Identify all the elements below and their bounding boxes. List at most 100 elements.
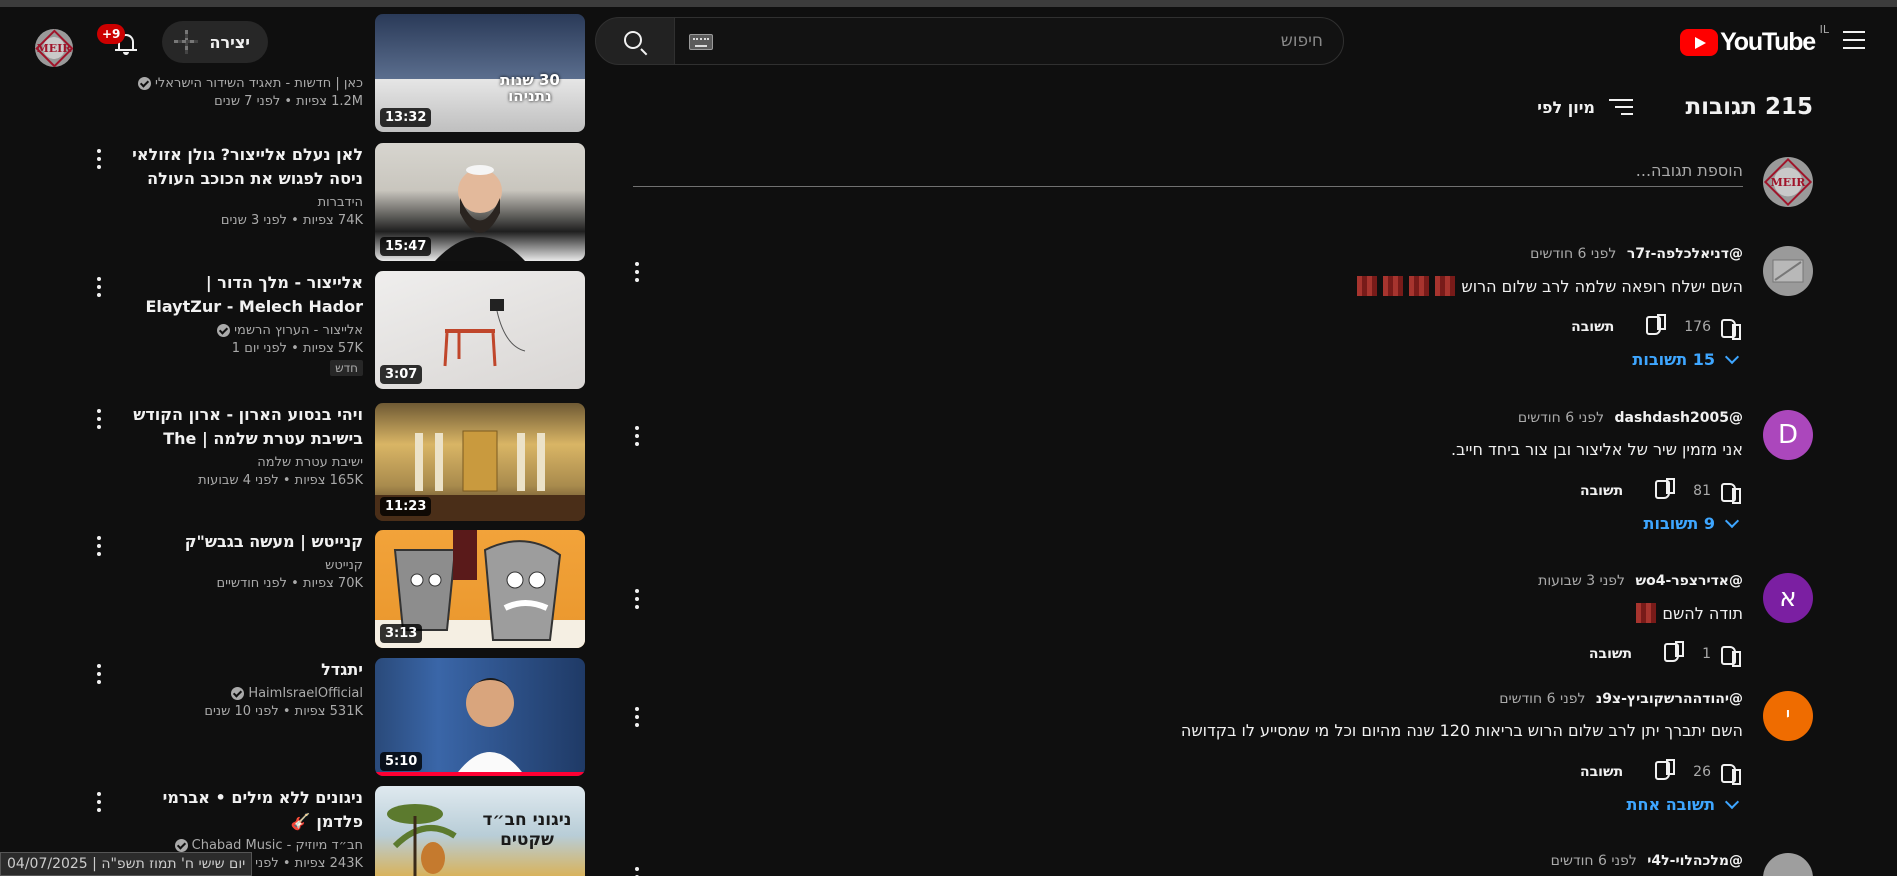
comment-author[interactable]: @אדירצפר-o4ש bbox=[1635, 573, 1743, 589]
comment-meta: @מלכהלוי-ל4י לפני 6 חודשים bbox=[1551, 853, 1743, 869]
video-title[interactable]: ויהי בנסוע הארון - ארון הקודש בישיבת עטר… bbox=[128, 403, 363, 451]
comment-author[interactable]: @יהודההרשקוביץ-צ9נ bbox=[1596, 691, 1743, 707]
video-menu-icon[interactable] bbox=[95, 277, 101, 299]
like-icon[interactable] bbox=[1719, 642, 1743, 667]
youtube-logo[interactable]: YouTube IL bbox=[1680, 23, 1829, 57]
video-thumbnail[interactable]: 30 שנות נתניהו 13:32 bbox=[375, 14, 585, 132]
video-channel[interactable]: כאן | חדשות - תאגיד השידור הישראלי bbox=[128, 76, 363, 91]
comment-avatar[interactable]: D bbox=[1763, 410, 1813, 460]
comment-avatar[interactable]: א bbox=[1763, 573, 1813, 623]
video-duration: 13:32 bbox=[380, 108, 432, 127]
logo-text: YouTube bbox=[1720, 27, 1816, 56]
comment-meta: @אדירצפר-o4ש לפני 3 שבועות bbox=[1538, 573, 1743, 589]
channel-name: כאן | חדשות - תאגיד השידור הישראלי bbox=[155, 76, 363, 91]
video-info: ויהי בנסוע הארון - ארון הקודש בישיבת עטר… bbox=[128, 403, 363, 488]
comment-actions: 26 תשובה bbox=[1580, 757, 1743, 787]
comment-time[interactable]: לפני 6 חודשים bbox=[1499, 691, 1585, 707]
video-menu-icon[interactable] bbox=[95, 664, 101, 686]
reply-button[interactable]: תשובה bbox=[1580, 483, 1623, 499]
comment-author[interactable]: @מלכהלוי-ל4י bbox=[1647, 853, 1743, 869]
related-video[interactable]: 3:13 קנייטש | מעשה בגבש"ק קנייטש 70K צפי… bbox=[97, 530, 585, 648]
thumbnail-caption: 30 שנות נתניהו bbox=[500, 71, 560, 105]
comment-thread: @מלכהלוי-ל4י לפני 6 חודשים bbox=[633, 853, 1813, 876]
video-channel[interactable]: חב״ד מיוזיק - Chabad Music bbox=[128, 838, 363, 853]
video-menu-icon[interactable] bbox=[95, 409, 101, 431]
video-title[interactable]: קנייטש | מעשה בגבש"ק bbox=[128, 530, 363, 554]
video-title[interactable]: יתגדל bbox=[128, 658, 363, 682]
channel-name: אלייצור - הערוץ הרשמי bbox=[234, 323, 363, 338]
comment-text: השם ישלח רופאה שלמה לרב שלום הרוש bbox=[1357, 276, 1743, 296]
video-menu-icon[interactable] bbox=[95, 149, 101, 171]
video-thumbnail[interactable]: 5:10 bbox=[375, 658, 585, 776]
window-top-strip bbox=[0, 0, 1897, 7]
comment-menu-icon[interactable] bbox=[633, 426, 639, 448]
video-title[interactable]: לאן נעלם אלייצור? גולן אזולאי ניסה לפגוש… bbox=[128, 143, 363, 191]
video-menu-icon[interactable] bbox=[95, 536, 101, 558]
like-icon[interactable] bbox=[1719, 315, 1743, 340]
related-video[interactable]: 15:47 לאן נעלם אלייצור? גולן אזולאי ניסה… bbox=[97, 143, 585, 261]
dislike-icon[interactable] bbox=[1653, 479, 1677, 503]
comment-time[interactable]: לפני 6 חודשים bbox=[1530, 246, 1616, 262]
comment-avatar[interactable]: י bbox=[1763, 691, 1813, 741]
video-thumbnail[interactable]: ניגוני חב״ד שקטים bbox=[375, 786, 585, 876]
comment-thread: @דניאלכלפה-ז7ר לפני 6 חודשים השם ישלח רו… bbox=[633, 246, 1813, 386]
comment-time[interactable]: לפני 6 חודשים bbox=[1518, 410, 1604, 426]
comment-avatar[interactable] bbox=[1763, 246, 1813, 296]
video-thumbnail[interactable]: 3:13 bbox=[375, 530, 585, 648]
emoji-icon bbox=[1357, 276, 1378, 296]
video-stats: 57K צפיות • לפני יום 1 bbox=[231, 341, 363, 356]
comment-menu-icon[interactable] bbox=[633, 707, 639, 729]
video-channel[interactable]: קנייטש bbox=[128, 558, 363, 573]
account-avatar[interactable]: MEIR bbox=[35, 29, 73, 67]
comment-time[interactable]: לפני 3 שבועות bbox=[1538, 573, 1625, 589]
comment-author[interactable]: @דניאלכלפה-ז7ר bbox=[1627, 246, 1743, 262]
dislike-icon[interactable] bbox=[1662, 642, 1686, 666]
dislike-icon[interactable] bbox=[1644, 315, 1668, 339]
video-thumbnail[interactable]: 15:47 bbox=[375, 143, 585, 261]
show-replies-button[interactable]: תשובה אחת bbox=[1627, 794, 1740, 814]
related-video[interactable]: 3:07 אלייצור - מלך הדור | ElaytZur - Mel… bbox=[97, 271, 585, 389]
related-video[interactable]: 30 שנות נתניהו 13:32 כאן | חדשות - תאגיד… bbox=[120, 14, 585, 132]
show-replies-button[interactable]: 15 תשובות bbox=[1632, 349, 1740, 369]
video-channel[interactable]: ישיבת עטרת שלמה bbox=[128, 455, 363, 470]
like-icon[interactable] bbox=[1719, 479, 1743, 504]
related-video[interactable]: 5:10 יתגדל HaimIsraelOfficial 531K צפיות… bbox=[97, 658, 585, 776]
comment-menu-icon[interactable] bbox=[633, 589, 639, 611]
comment-meta: @יהודההרשקוביץ-צ9נ לפני 6 חודשים bbox=[1499, 691, 1743, 707]
video-channel[interactable]: אלייצור - הערוץ הרשמי bbox=[128, 323, 363, 338]
search-input[interactable]: חיפוש bbox=[674, 17, 1344, 65]
comment-menu-icon[interactable] bbox=[633, 867, 639, 876]
video-channel[interactable]: HaimIsraelOfficial bbox=[128, 686, 363, 701]
sort-label: מיון לפי bbox=[1537, 97, 1595, 117]
video-title[interactable]: ניגונים ללא מילים • אברמי פלדמן 🎸 bbox=[128, 786, 363, 834]
comment-author[interactable]: @dashdash2005 bbox=[1614, 410, 1743, 426]
show-replies-button[interactable]: 9 תשובות bbox=[1644, 513, 1740, 533]
comment-menu-icon[interactable] bbox=[633, 262, 639, 284]
add-comment-input[interactable]: הוספת תגובה... bbox=[633, 157, 1743, 187]
video-thumbnail[interactable]: 11:23 bbox=[375, 403, 585, 521]
dislike-icon[interactable] bbox=[1653, 760, 1677, 784]
search-button[interactable] bbox=[595, 17, 675, 65]
video-menu-icon[interactable] bbox=[95, 792, 101, 814]
video-title[interactable]: אלייצור - מלך הדור | ElaytZur - Melech H… bbox=[128, 271, 363, 319]
comment-time[interactable]: לפני 6 חודשים bbox=[1551, 853, 1637, 869]
comment-thread: י @יהודההרשקוביץ-צ9נ לפני 6 חודשים השם י… bbox=[633, 691, 1813, 831]
channel-name: HaimIsraelOfficial bbox=[248, 686, 363, 701]
video-stats: 165K צפיות • לפני 4 שבועות bbox=[198, 473, 363, 488]
comment-avatar[interactable] bbox=[1763, 853, 1813, 876]
video-thumbnail[interactable]: 3:07 bbox=[375, 271, 585, 389]
avatar-image-icon bbox=[1772, 259, 1804, 283]
sort-button[interactable]: מיון לפי bbox=[1537, 96, 1633, 118]
menu-icon[interactable] bbox=[1843, 31, 1867, 49]
related-video[interactable]: 11:23 ויהי בנסוע הארון - ארון הקודש בישי… bbox=[97, 403, 585, 521]
reply-button[interactable]: תשובה bbox=[1571, 319, 1614, 335]
reply-button[interactable]: תשובה bbox=[1580, 764, 1623, 780]
verified-icon bbox=[174, 839, 188, 852]
verified-icon bbox=[217, 324, 231, 337]
video-channel[interactable]: הידברות bbox=[128, 195, 363, 210]
keyboard-icon[interactable] bbox=[689, 34, 713, 50]
like-icon[interactable] bbox=[1719, 760, 1743, 785]
channel-name: ישיבת עטרת שלמה bbox=[257, 455, 363, 470]
reply-button[interactable]: תשובה bbox=[1589, 646, 1632, 662]
like-count: 26 bbox=[1693, 764, 1711, 780]
